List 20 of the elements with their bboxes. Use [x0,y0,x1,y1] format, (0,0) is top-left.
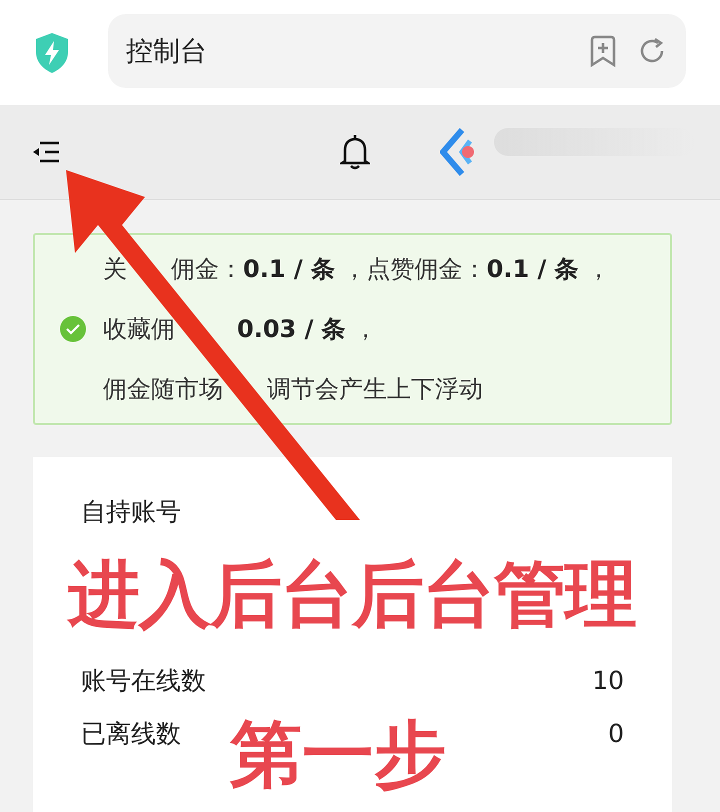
notice-text: 收藏佣 [103,314,175,345]
notice-text: 关 [103,254,127,285]
bookmark-add-icon[interactable] [588,34,618,68]
notice-text: 佣金随市场 [103,374,223,405]
annotation-headline: 进入后台后台管理 [68,558,636,630]
stat-value: 10 [592,666,624,695]
menu-icon[interactable] [32,141,60,163]
annotation-step: 第一步 [230,718,446,790]
card-title: 自持账号 [81,496,182,528]
shield-icon [34,32,70,74]
bell-icon[interactable] [340,134,370,170]
notice-text: 佣金：0.1 / 条 ，点赞佣金：0.1 / 条 ， [171,254,610,285]
address-bar[interactable]: 控制台 [108,14,686,88]
address-text: 控制台 [126,34,208,68]
stat-label: 账号在线数 [81,665,206,697]
stat-label: 已离线数 [81,718,181,750]
check-icon [59,315,87,343]
stat-value: 0 [608,719,624,748]
notice-text: 调节会产生上下浮动 [267,374,483,405]
notice-text: 0.03 / 条 ， [237,314,378,345]
